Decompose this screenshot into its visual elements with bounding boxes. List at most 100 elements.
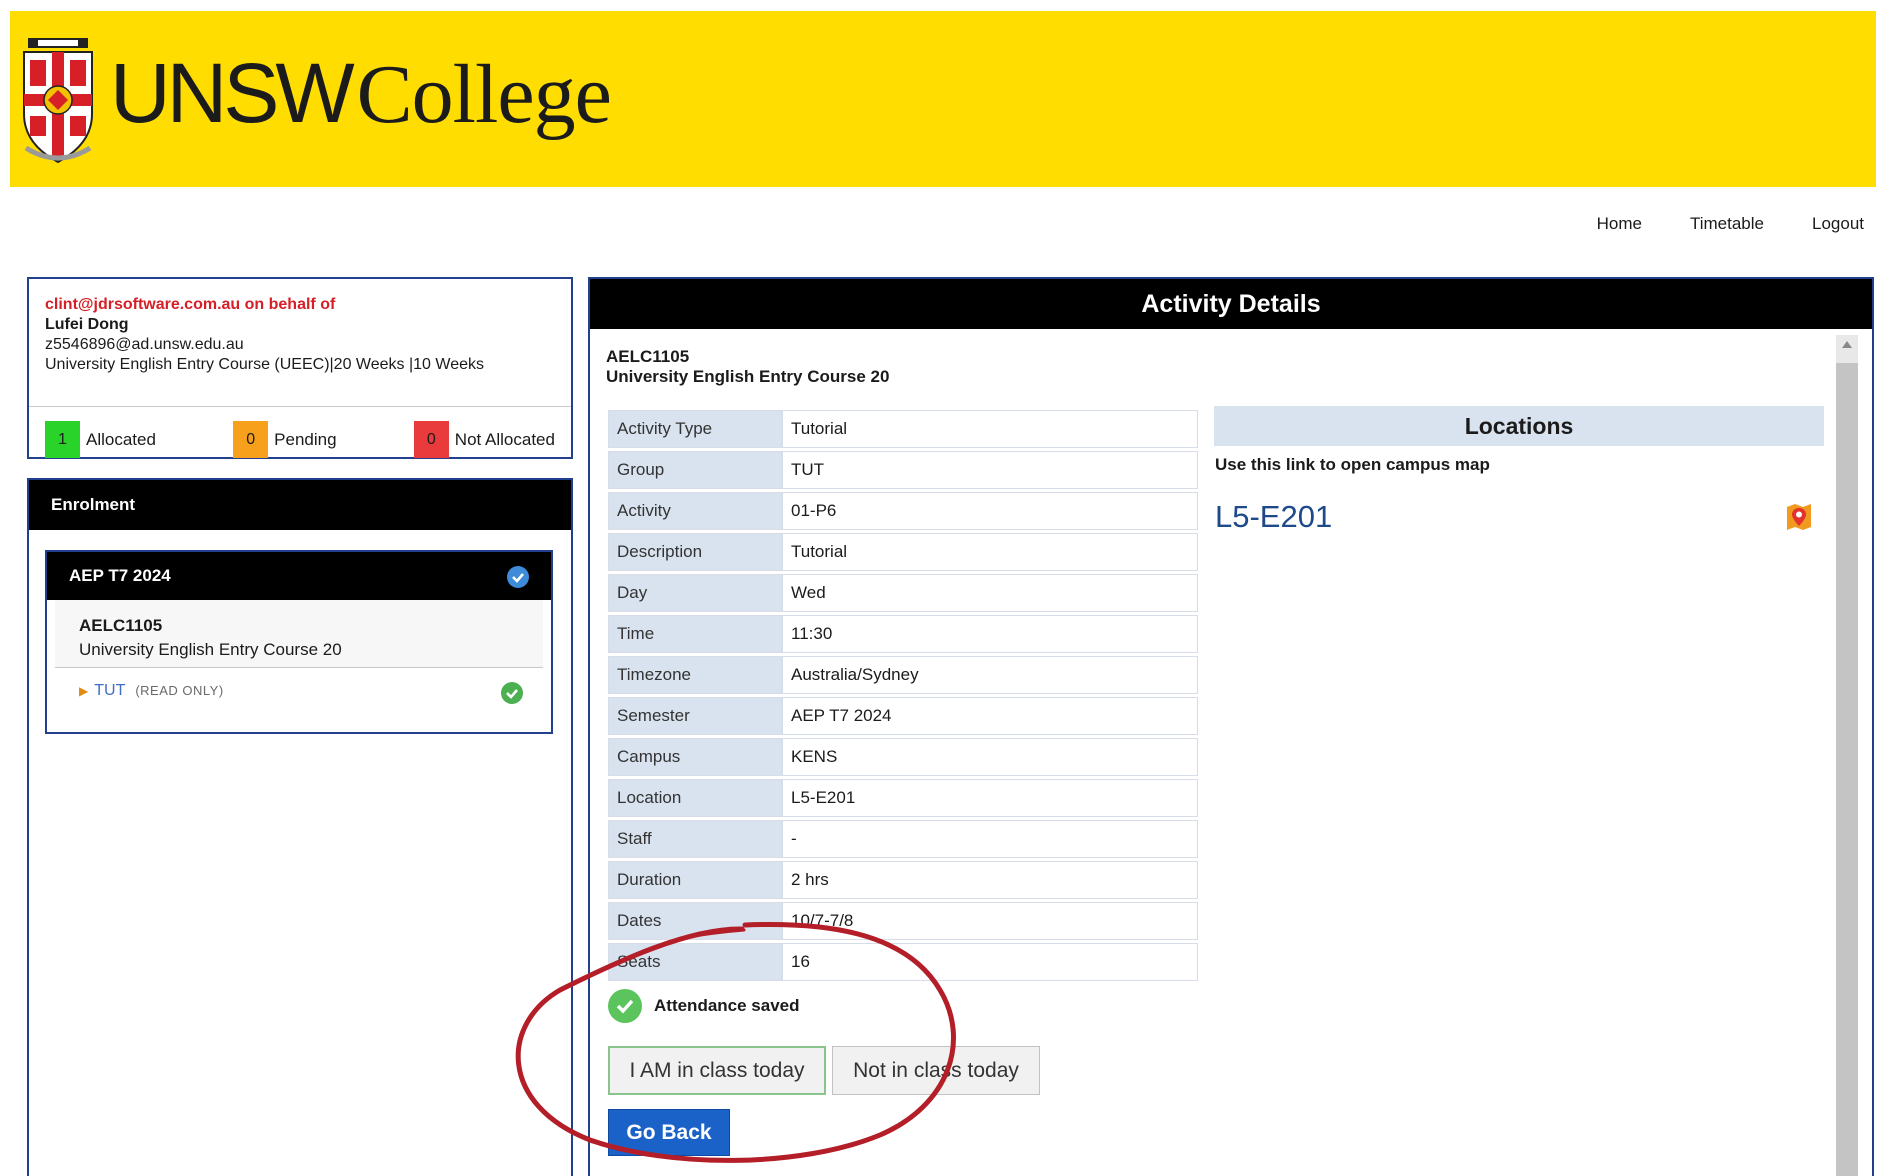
row-label: Time bbox=[608, 615, 782, 653]
nav-logout-link[interactable]: Logout bbox=[1812, 214, 1864, 234]
row-value: L5-E201 bbox=[782, 779, 1198, 817]
course-name: University English Entry Course 20 bbox=[79, 640, 342, 659]
row-value: 11:30 bbox=[782, 615, 1198, 653]
check-circle-icon bbox=[608, 989, 642, 1023]
locations-title: Locations bbox=[1214, 406, 1824, 446]
table-row: Day Wed bbox=[608, 574, 1198, 612]
table-row: Semester AEP T7 2024 bbox=[608, 697, 1198, 735]
triangle-right-icon: ▶ bbox=[79, 684, 89, 698]
enrolment-title: Enrolment bbox=[29, 480, 571, 530]
table-row: Seats 16 bbox=[608, 943, 1198, 981]
attendance-status: Attendance saved bbox=[608, 989, 800, 1023]
not-allocated-label: Not Allocated bbox=[454, 429, 555, 449]
table-row: Activity Type Tutorial bbox=[608, 410, 1198, 448]
row-value: 16 bbox=[782, 943, 1198, 981]
row-label: Duration bbox=[608, 861, 782, 899]
not-allocated-status: 0 Not Allocated bbox=[413, 421, 555, 458]
activity-info-table: Activity Type Tutorial Group TUT Activity 0… bbox=[608, 407, 1198, 984]
in-class-button[interactable]: I AM in class today bbox=[608, 1046, 826, 1095]
table-row: Location L5-E201 bbox=[608, 779, 1198, 817]
allocated-label: Allocated bbox=[86, 429, 156, 449]
nav-home-link[interactable]: Home bbox=[1597, 214, 1642, 234]
top-navigation: Home Timetable Logout bbox=[1597, 214, 1864, 234]
header-banner: UNSWCollege bbox=[10, 11, 1876, 187]
table-row: Duration 2 hrs bbox=[608, 861, 1198, 899]
divider bbox=[29, 406, 571, 407]
row-value: Tutorial bbox=[782, 410, 1198, 448]
course-name: University English Entry Course 20 bbox=[606, 367, 890, 386]
enrolment-panel: Enrolment AEP T7 2024 AELC1105 Universit… bbox=[27, 478, 573, 1176]
brand-wordmark: UNSWCollege bbox=[110, 51, 612, 137]
vertical-scrollbar[interactable] bbox=[1836, 335, 1858, 1176]
table-row: Campus KENS bbox=[608, 738, 1198, 776]
map-marker-icon[interactable] bbox=[1784, 501, 1814, 533]
not-in-class-button[interactable]: Not in class today bbox=[832, 1046, 1040, 1095]
row-label: Location bbox=[608, 779, 782, 817]
nav-timetable-link[interactable]: Timetable bbox=[1690, 214, 1764, 234]
table-row: Group TUT bbox=[608, 451, 1198, 489]
row-label: Timezone bbox=[608, 656, 782, 694]
student-program: University English Entry Course (UEEC)|2… bbox=[45, 356, 484, 373]
student-email: z5546896@ad.unsw.edu.au bbox=[45, 336, 244, 353]
table-row: Description Tutorial bbox=[608, 533, 1198, 571]
row-value: KENS bbox=[782, 738, 1198, 776]
check-circle-icon bbox=[501, 682, 523, 704]
table-row: Dates 10/7-7/8 bbox=[608, 902, 1198, 940]
pending-label: Pending bbox=[274, 429, 337, 449]
course-item[interactable]: AELC1105 University English Entry Course… bbox=[55, 600, 543, 668]
allocated-count-badge: 1 bbox=[45, 421, 80, 458]
row-value: AEP T7 2024 bbox=[782, 697, 1198, 735]
term-title: AEP T7 2024 bbox=[69, 566, 171, 585]
allocation-summary: 1 Allocated 0 Pending 0 Not Allocated bbox=[45, 421, 555, 458]
scrollbar-thumb[interactable] bbox=[1836, 363, 1858, 1176]
pending-status: 0 Pending bbox=[233, 421, 337, 458]
brand-name-part1: UNSW bbox=[110, 46, 355, 140]
user-details: clint@jdrsoftware.com.au on behalf of Lu… bbox=[29, 279, 571, 375]
row-value: - bbox=[782, 820, 1198, 858]
row-label: Activity bbox=[608, 492, 782, 530]
location-link[interactable]: L5-E201 bbox=[1215, 499, 1332, 535]
activity-name: TUT bbox=[94, 682, 126, 699]
row-value: TUT bbox=[782, 451, 1198, 489]
brand-name-part2: College bbox=[356, 48, 612, 141]
table-row: Activity 01-P6 bbox=[608, 492, 1198, 530]
row-value: 2 hrs bbox=[782, 861, 1198, 899]
row-label: Day bbox=[608, 574, 782, 612]
activity-item-tut[interactable]: ▶ TUT (READ ONLY) bbox=[55, 668, 543, 718]
activity-details-title: Activity Details bbox=[590, 279, 1872, 329]
allocated-status: 1 Allocated bbox=[45, 421, 156, 458]
row-value: Australia/Sydney bbox=[782, 656, 1198, 694]
table-row: Staff - bbox=[608, 820, 1198, 858]
course-code: AELC1105 bbox=[79, 616, 163, 635]
row-value: Wed bbox=[782, 574, 1198, 612]
row-label: Activity Type bbox=[608, 410, 782, 448]
row-label: Semester bbox=[608, 697, 782, 735]
row-value: Tutorial bbox=[782, 533, 1198, 571]
row-label: Seats bbox=[608, 943, 782, 981]
row-label: Dates bbox=[608, 902, 782, 940]
row-value: 01-P6 bbox=[782, 492, 1198, 530]
check-circle-icon bbox=[507, 566, 529, 588]
not-allocated-count-badge: 0 bbox=[413, 421, 449, 458]
scroll-up-arrow-icon[interactable] bbox=[1842, 341, 1852, 348]
read-only-flag: (READ ONLY) bbox=[135, 683, 224, 698]
row-label: Description bbox=[608, 533, 782, 571]
course-heading: AELC1105 University English Entry Course… bbox=[606, 347, 889, 387]
activity-details-panel: Activity Details AELC1105 University Eng… bbox=[588, 277, 1874, 1176]
go-back-button[interactable]: Go Back bbox=[608, 1109, 730, 1156]
row-label: Group bbox=[608, 451, 782, 489]
behalf-text: clint@jdrsoftware.com.au on behalf of bbox=[45, 296, 336, 313]
campus-map-hint: Use this link to open campus map bbox=[1215, 455, 1490, 474]
user-info-panel: clint@jdrsoftware.com.au on behalf of Lu… bbox=[27, 277, 573, 459]
student-name: Lufei Dong bbox=[45, 316, 129, 333]
row-label: Staff bbox=[608, 820, 782, 858]
row-label: Campus bbox=[608, 738, 782, 776]
pending-count-badge: 0 bbox=[233, 421, 269, 458]
table-row: Time 11:30 bbox=[608, 615, 1198, 653]
unsw-crest-logo bbox=[23, 38, 93, 164]
table-row: Timezone Australia/Sydney bbox=[608, 656, 1198, 694]
row-value: 10/7-7/8 bbox=[782, 902, 1198, 940]
term-group: AEP T7 2024 AELC1105 University English … bbox=[45, 550, 553, 734]
course-code: AELC1105 bbox=[606, 347, 690, 366]
term-header[interactable]: AEP T7 2024 bbox=[47, 552, 551, 600]
